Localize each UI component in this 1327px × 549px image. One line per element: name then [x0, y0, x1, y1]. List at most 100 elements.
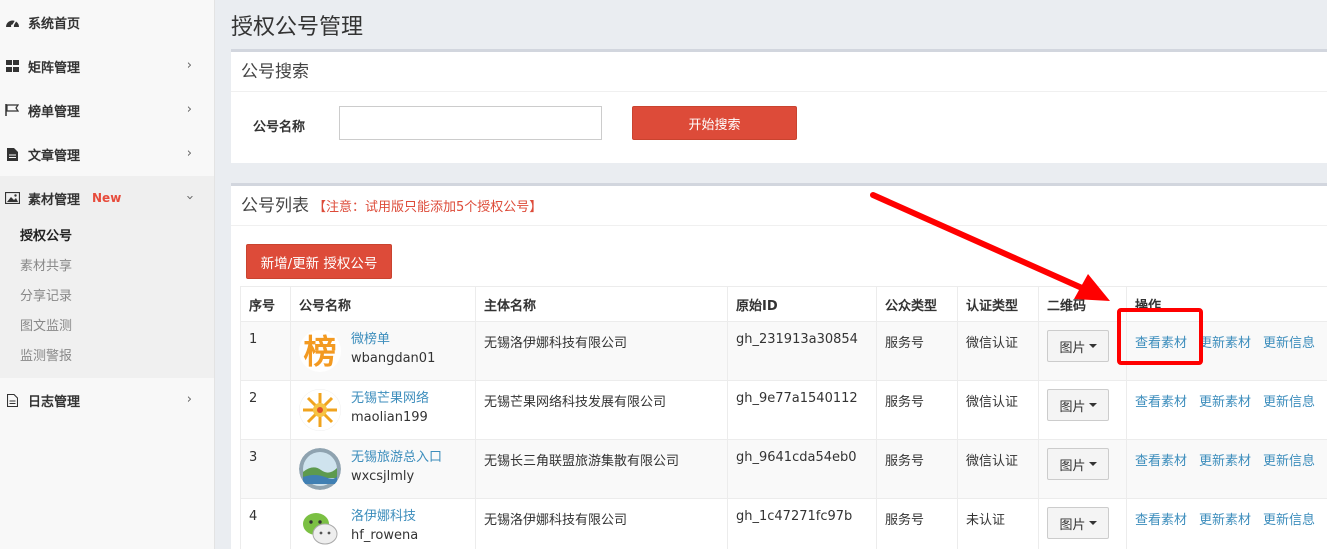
chevron-right-icon: ›	[186, 392, 192, 407]
sun-logo-avatar	[299, 389, 341, 431]
sidebar-item-label: 文章管理	[28, 148, 81, 164]
grid-icon	[4, 59, 20, 73]
table-row: 1 榜 微榜单 wbangdan01 无锡洛伊娜科技有限公司 gh_231913…	[240, 321, 1327, 381]
column-header: 原始ID	[727, 286, 877, 322]
sidebar-item-logs[interactable]: 日志管理 ›	[0, 378, 214, 422]
column-header: 序号	[240, 286, 291, 322]
verify-type: 微信认证	[957, 380, 1039, 440]
qr-button-label: 图片	[1059, 517, 1086, 533]
entity-name: 无锡长三角联盟旅游集散有限公司	[475, 439, 728, 499]
column-header: 操作	[1126, 286, 1327, 322]
account-name-link[interactable]: 无锡旅游总入口	[351, 448, 442, 467]
account-wxid: maolian199	[351, 410, 428, 425]
account-table: 序号 公号名称 主体名称 原始ID 公众类型 认证类型 二维码 操作 1 榜 微…	[240, 286, 1327, 549]
update-info-link[interactable]: 更新信息	[1263, 513, 1315, 528]
update-info-link[interactable]: 更新信息	[1263, 454, 1315, 469]
account-name-link[interactable]: 无锡芒果网络	[351, 389, 429, 408]
entity-name: 无锡芒果网络科技发展有限公司	[475, 380, 728, 440]
column-header: 公众类型	[876, 286, 958, 322]
account-type: 服务号	[876, 498, 958, 549]
update-materials-link[interactable]: 更新素材	[1199, 454, 1251, 469]
chevron-right-icon: ›	[186, 58, 192, 73]
view-materials-link[interactable]: 查看素材	[1135, 454, 1187, 469]
wechat-logo-avatar	[299, 507, 341, 549]
sidebar-item-matrix[interactable]: 矩阵管理 ›	[0, 44, 214, 88]
sidebar-subitem-article-monitor[interactable]: 图文监测	[0, 312, 214, 342]
search-panel-title: 公号搜索	[231, 52, 1327, 92]
file-icon	[4, 393, 20, 407]
chevron-right-icon: ›	[186, 146, 192, 161]
chevron-down-icon: ›	[181, 194, 197, 201]
column-header: 公号名称	[290, 286, 476, 322]
sidebar-item-label: 系统首页	[28, 16, 81, 32]
table-row: 4 洛伊娜科技 hf_rowena 无锡洛伊娜科技有限公司 gh_1c47271…	[240, 498, 1327, 549]
flag-icon	[4, 103, 20, 117]
qr-image-dropdown[interactable]: 图片	[1047, 330, 1109, 362]
account-cell: 无锡芒果网络 maolian199	[299, 389, 467, 431]
sidebar-item-label: 矩阵管理	[28, 60, 81, 76]
view-materials-link[interactable]: 查看素材	[1135, 513, 1187, 528]
original-id: gh_9641cda54eb0	[727, 439, 877, 499]
account-type: 服务号	[876, 321, 958, 381]
search-row: 公号名称 开始搜索	[231, 106, 1327, 142]
dashboard-icon	[4, 15, 20, 29]
account-name-link[interactable]: 微榜单	[351, 330, 435, 349]
update-info-link[interactable]: 更新信息	[1263, 336, 1315, 351]
caret-down-icon	[1088, 462, 1097, 466]
account-cell: 榜 微榜单 wbangdan01	[299, 330, 467, 372]
qr-button-label: 图片	[1059, 399, 1086, 415]
account-wxid: wxcsjlmly	[351, 469, 415, 484]
new-badge: New	[92, 191, 122, 205]
account-name-link[interactable]: 洛伊娜科技	[351, 507, 418, 526]
sidebar-item-materials[interactable]: 素材管理 New ›	[0, 176, 214, 220]
sidebar-subitem-share-records[interactable]: 分享记录	[0, 282, 214, 312]
page-title: 授权公号管理	[231, 15, 364, 40]
account-cell: 洛伊娜科技 hf_rowena	[299, 507, 467, 549]
add-update-account-button[interactable]: 新增/更新 授权公号	[246, 244, 392, 279]
caret-down-icon	[1088, 403, 1097, 407]
original-id: gh_231913a30854	[727, 321, 877, 381]
account-type: 服务号	[876, 439, 958, 499]
update-materials-link[interactable]: 更新素材	[1199, 395, 1251, 410]
sidebar-item-label: 素材管理	[28, 192, 81, 208]
original-id: gh_1c47271fc97b	[727, 498, 877, 549]
table-row: 3 无锡旅游总入口 wxcsjlmly 无锡长三角联盟旅游集散有限公司 gh_9…	[240, 439, 1327, 499]
search-panel: 公号搜索 公号名称 开始搜索	[231, 49, 1327, 163]
sidebar-item-home[interactable]: 系统首页	[0, 0, 214, 44]
sidebar-item-ranking[interactable]: 榜单管理 ›	[0, 88, 214, 132]
image-icon	[4, 191, 20, 205]
account-list-panel: 公号列表 【注意：试用版只能添加5个授权公号】 新增/更新 授权公号 序号 公号名…	[231, 183, 1327, 549]
sidebar-subitem-material-share[interactable]: 素材共享	[0, 252, 214, 282]
view-materials-link[interactable]: 查看素材	[1135, 395, 1187, 410]
start-search-button[interactable]: 开始搜索	[632, 106, 797, 140]
update-info-link[interactable]: 更新信息	[1263, 395, 1315, 410]
row-number: 3	[240, 439, 291, 499]
update-materials-link[interactable]: 更新素材	[1199, 513, 1251, 528]
verify-type: 微信认证	[957, 321, 1039, 381]
account-type: 服务号	[876, 380, 958, 440]
main-content: 授权公号管理 公号搜索 公号名称 开始搜索 公号列表 【注意：试用版只能添加5个授…	[216, 0, 1327, 549]
sidebar-item-label: 日志管理	[28, 394, 81, 410]
qr-image-dropdown[interactable]: 图片	[1047, 507, 1109, 539]
list-panel-title: 公号列表	[241, 196, 309, 216]
row-number: 2	[240, 380, 291, 440]
account-name-input[interactable]	[339, 106, 602, 140]
column-header: 二维码	[1038, 286, 1127, 322]
update-materials-link[interactable]: 更新素材	[1199, 336, 1251, 351]
submenu-materials: 授权公号 素材共享 分享记录 图文监测 监测警报	[0, 220, 214, 378]
view-materials-link[interactable]: 查看素材	[1135, 336, 1187, 351]
account-cell: 无锡旅游总入口 wxcsjlmly	[299, 448, 467, 490]
table-row: 2 无锡芒果网络 maolian199 无锡芒果网络科技发展有限公司 gh_9e…	[240, 380, 1327, 440]
qr-image-dropdown[interactable]: 图片	[1047, 448, 1109, 480]
sidebar-subitem-monitor-alerts[interactable]: 监测警报	[0, 342, 214, 372]
sidebar-item-articles[interactable]: 文章管理 ›	[0, 132, 214, 176]
sidebar-item-label: 榜单管理	[28, 104, 81, 120]
sidebar-subitem-authorized-accounts[interactable]: 授权公号	[0, 222, 214, 252]
list-panel-header: 公号列表 【注意：试用版只能添加5个授权公号】	[231, 186, 1327, 226]
qr-image-dropdown[interactable]: 图片	[1047, 389, 1109, 421]
entity-name: 无锡洛伊娜科技有限公司	[475, 321, 728, 381]
table-header-row: 序号 公号名称 主体名称 原始ID 公众类型 认证类型 二维码 操作	[240, 286, 1327, 322]
entity-name: 无锡洛伊娜科技有限公司	[475, 498, 728, 549]
row-number: 4	[240, 498, 291, 549]
trial-limit-note: 【注意：试用版只能添加5个授权公号】	[313, 200, 543, 215]
